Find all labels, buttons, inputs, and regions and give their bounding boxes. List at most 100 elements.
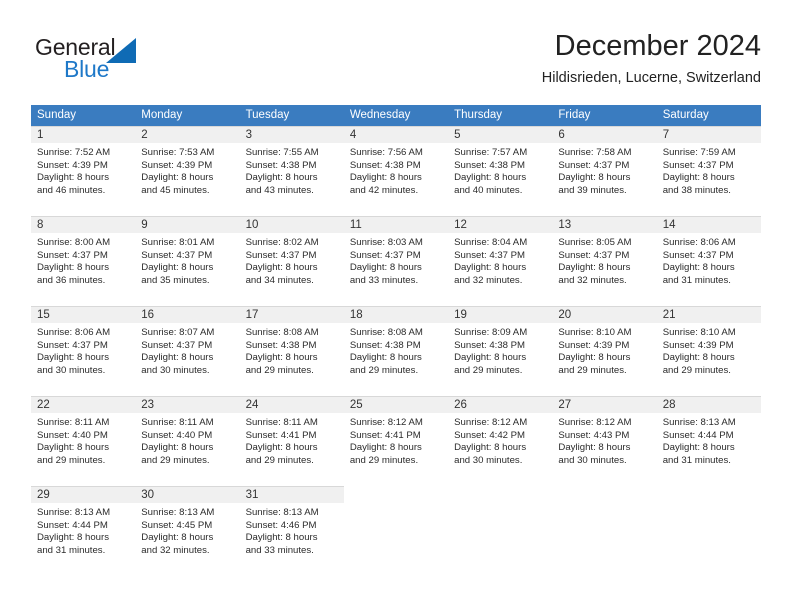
day-number: 13 [558,219,572,231]
day-number-bar: 9 [135,216,240,233]
day-cell-empty [448,486,553,576]
day-cell[interactable]: 30 Sunrise: 8:13 AM Sunset: 4:45 PM Dayligh… [135,486,240,576]
day-cell[interactable]: 1 Sunrise: 7:52 AM Sunset: 4:39 PM Daylight… [31,126,136,216]
day-number-bar: 27 [552,396,657,413]
day-number: 21 [662,309,676,321]
weekday-header-sunday: Sunday [37,109,77,121]
detail-sunrise: Sunrise: 8:13 AM [141,507,215,518]
day-cell[interactable]: 23 Sunrise: 8:11 AM Sunset: 4:40 PM Dayligh… [135,396,240,486]
day-cell[interactable]: 5 Sunrise: 7:57 AM Sunset: 4:38 PM Daylight… [448,126,553,216]
day-cell[interactable]: 20 Sunrise: 8:10 AM Sunset: 4:39 PM Dayligh… [552,306,657,396]
weekday-header-thursday: Thursday [454,109,503,121]
day-cell[interactable]: 19 Sunrise: 8:09 AM Sunset: 4:38 PM Dayligh… [448,306,553,396]
detail-sunset: Sunset: 4:37 PM [558,159,630,171]
day-number-bar: 11 [343,216,449,233]
day-cell[interactable]: 18 Sunrise: 8:08 AM Sunset: 4:38 PM Dayligh… [343,306,449,396]
triangle-icon [106,38,136,63]
detail-daylight-line1: Daylight: 8 hours [141,352,214,364]
day-number: 30 [141,489,155,501]
day-details: Sunrise: 8:13 AM Sunset: 4:44 PM Daylight:… [31,503,135,557]
day-details: Sunrise: 8:08 AM Sunset: 4:38 PM Daylight:… [240,323,344,377]
day-number: 15 [37,309,50,321]
day-cell[interactable]: 7 Sunrise: 7:59 AM Sunset: 4:37 PM Daylight… [656,126,761,216]
detail-daylight-line2: and 29 minutes. [349,364,419,376]
day-cell[interactable]: 27 Sunrise: 8:12 AM Sunset: 4:43 PM Dayligh… [552,396,657,486]
day-number-bar: 26 [448,396,553,413]
day-cell[interactable]: 15 Sunrise: 8:06 AM Sunset: 4:37 PM Dayligh… [31,306,136,396]
detail-sunset: Sunset: 4:42 PM [454,429,526,441]
detail-sunrise: Sunrise: 8:13 AM [245,507,319,518]
day-cell[interactable]: 16 Sunrise: 8:07 AM Sunset: 4:37 PM Dayligh… [135,306,240,396]
detail-daylight-line1: Daylight: 8 hours [662,262,735,274]
detail-daylight-line1: Daylight: 8 hours [141,532,214,544]
day-cell[interactable]: 22 Sunrise: 8:11 AM Sunset: 4:40 PM Dayligh… [31,396,136,486]
detail-daylight-line2: and 46 minutes. [37,184,106,196]
detail-sunrise: Sunrise: 8:09 AM [454,327,528,338]
day-cell[interactable]: 10 Sunrise: 8:02 AM Sunset: 4:37 PM Dayligh… [239,216,344,306]
detail-daylight-line1: Daylight: 8 hours [245,532,318,544]
day-details: Sunrise: 8:06 AM Sunset: 4:37 PM Daylight:… [657,233,761,287]
week-row: 1 Sunrise: 7:52 AM Sunset: 4:39 PM Daylight… [31,126,761,216]
day-cell[interactable]: 14 Sunrise: 8:06 AM Sunset: 4:37 PM Dayligh… [656,216,761,306]
day-details: Sunrise: 7:57 AM Sunset: 4:38 PM Daylight:… [448,143,552,197]
day-number: 31 [245,489,259,501]
week-row: 15 Sunrise: 8:06 AM Sunset: 4:37 PM Dayligh… [31,306,761,396]
day-cell[interactable]: 6 Sunrise: 7:58 AM Sunset: 4:37 PM Daylight… [552,126,657,216]
day-cell[interactable]: 2 Sunrise: 7:53 AM Sunset: 4:39 PM Daylight… [135,126,240,216]
weekday-header-row: Sunday Monday Tuesday Wednesday Thursday… [31,105,761,126]
day-cell[interactable]: 25 Sunrise: 8:12 AM Sunset: 4:41 PM Dayligh… [343,396,449,486]
detail-daylight-line1: Daylight: 8 hours [37,442,109,454]
day-number-bar: 29 [31,486,136,503]
day-cell[interactable]: 24 Sunrise: 8:11 AM Sunset: 4:41 PM Dayligh… [239,396,344,486]
weekday-header-saturday: Saturday [662,109,709,121]
day-cell[interactable]: 9 Sunrise: 8:01 AM Sunset: 4:37 PM Daylight… [135,216,240,306]
detail-daylight-line2: and 29 minutes. [662,364,731,376]
day-number: 20 [558,309,572,321]
detail-sunrise: Sunrise: 8:11 AM [37,417,110,428]
day-cell[interactable]: 17 Sunrise: 8:08 AM Sunset: 4:38 PM Dayligh… [239,306,344,396]
detail-daylight-line1: Daylight: 8 hours [454,442,527,454]
day-number: 27 [558,399,572,411]
detail-daylight-line1: Daylight: 8 hours [558,352,631,364]
day-cell[interactable]: 31 Sunrise: 8:13 AM Sunset: 4:46 PM Dayligh… [239,486,344,576]
calendar-grid: Sunday Monday Tuesday Wednesday Thursday… [31,105,761,576]
day-number: 5 [454,129,461,141]
detail-sunset: Sunset: 4:38 PM [349,159,421,171]
day-number: 8 [37,219,44,231]
day-details: Sunrise: 8:10 AM Sunset: 4:39 PM Daylight:… [552,323,656,377]
day-number: 12 [454,219,467,231]
day-cell-empty [552,486,657,576]
day-cell[interactable]: 12 Sunrise: 8:04 AM Sunset: 4:37 PM Dayligh… [448,216,553,306]
detail-daylight-line2: and 40 minutes. [454,184,523,196]
detail-sunrise: Sunrise: 7:56 AM [349,147,423,158]
day-number-bar: 28 [656,396,761,413]
detail-sunrise: Sunrise: 7:53 AM [141,147,215,158]
weekday-header-monday: Monday [141,109,183,121]
day-cell[interactable]: 11 Sunrise: 8:03 AM Sunset: 4:37 PM Dayligh… [343,216,449,306]
detail-sunset: Sunset: 4:37 PM [454,249,526,261]
day-cell[interactable]: 13 Sunrise: 8:05 AM Sunset: 4:37 PM Dayligh… [552,216,657,306]
day-number-bar: 14 [656,216,761,233]
day-cell[interactable]: 26 Sunrise: 8:12 AM Sunset: 4:42 PM Dayligh… [448,396,553,486]
day-cell[interactable]: 4 Sunrise: 7:56 AM Sunset: 4:38 PM Daylight… [343,126,449,216]
day-number-bar: 20 [552,306,657,323]
detail-sunset: Sunset: 4:44 PM [662,429,734,441]
day-cell[interactable]: 21 Sunrise: 8:10 AM Sunset: 4:39 PM Dayligh… [656,306,761,396]
detail-sunset: Sunset: 4:37 PM [662,159,734,171]
detail-daylight-line2: and 33 minutes. [245,544,314,556]
day-cell[interactable]: 28 Sunrise: 8:13 AM Sunset: 4:44 PM Dayligh… [656,396,761,486]
detail-sunrise: Sunrise: 8:12 AM [558,417,632,428]
detail-daylight-line2: and 42 minutes. [349,184,419,196]
day-number: 28 [662,399,676,411]
day-number: 23 [141,399,155,411]
general-blue-logo[interactable]: General Blue [35,34,215,92]
day-cell[interactable]: 29 Sunrise: 8:13 AM Sunset: 4:44 PM Dayligh… [31,486,136,576]
day-number-bar [344,486,448,503]
day-details: Sunrise: 7:52 AM Sunset: 4:39 PM Daylight:… [31,143,135,197]
detail-daylight-line2: and 34 minutes. [245,274,314,286]
day-cell[interactable]: 8 Sunrise: 8:00 AM Sunset: 4:37 PM Daylight… [31,216,136,306]
day-number-bar: 21 [656,306,761,323]
day-cell[interactable]: 3 Sunrise: 7:55 AM Sunset: 4:38 PM Daylight… [239,126,344,216]
detail-sunset: Sunset: 4:37 PM [37,339,108,351]
day-number: 9 [141,219,148,231]
